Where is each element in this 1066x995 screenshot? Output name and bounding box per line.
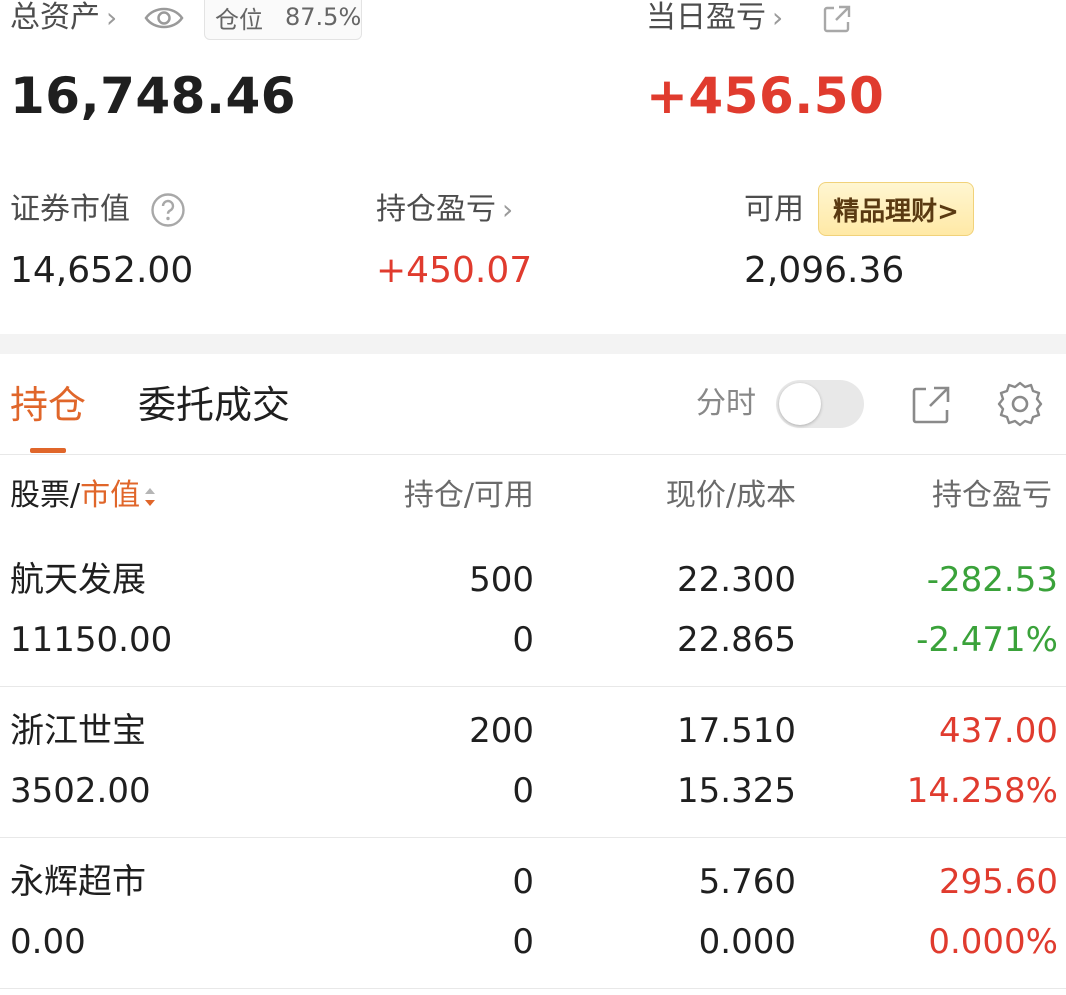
stock-name: 永辉超市 (10, 862, 146, 902)
row-divider (0, 837, 1066, 838)
stock-market-value: 0.00 (10, 922, 86, 962)
pnl-percent: 0.000% (928, 922, 1058, 962)
holding-qty: 0 (512, 862, 534, 902)
price-cost-header: 现价/成本 (665, 478, 796, 513)
tabs-divider (0, 454, 1066, 455)
premium-wealth-button[interactable]: 精品理财> (818, 182, 974, 236)
cost-price: 0.000 (698, 922, 796, 962)
market-value-sort-header: 市值 (80, 478, 141, 513)
table-bottom-divider (0, 988, 1066, 989)
market-value: 14,652.00 (10, 250, 194, 291)
market-value-label: 证券市值 (10, 192, 130, 227)
position-ratio-badge: 仓位 87.5% (204, 0, 362, 40)
pnl-percent: 14.258% (906, 771, 1058, 811)
stock-name: 浙江世宝 (10, 711, 146, 751)
holding-pnl-value: +450.07 (376, 250, 533, 291)
eye-icon[interactable] (144, 4, 184, 32)
available-label: 可用 (744, 192, 804, 227)
row-divider (0, 686, 1066, 687)
cost-price: 22.865 (677, 620, 796, 660)
section-divider (0, 334, 1066, 354)
available-qty: 0 (512, 771, 534, 811)
holding-available-header: 持仓/可用 (403, 478, 534, 513)
stock-header: 股票/ (10, 478, 81, 513)
chevron-right-icon: › (106, 1, 118, 34)
chevron-right-icon: › (772, 1, 784, 34)
holding-pnl-header: 持仓盈亏 (932, 478, 1052, 513)
current-price: 17.510 (677, 711, 796, 751)
intraday-toggle[interactable] (776, 380, 864, 428)
total-assets-label-group[interactable]: 总资产 › (10, 0, 117, 36)
stock-market-value-header[interactable]: 股票/市值 (10, 478, 158, 514)
settings-gear-icon[interactable] (996, 380, 1044, 428)
daily-pnl-label-group[interactable]: 当日盈亏 › (646, 0, 783, 36)
daily-pnl-label: 当日盈亏 (646, 0, 766, 35)
stock-name: 航天发展 (10, 560, 146, 600)
total-assets-label: 总资产 (10, 0, 100, 35)
cost-price: 15.325 (677, 771, 796, 811)
pnl-amount: 437.00 (939, 711, 1058, 751)
stock-market-value: 11150.00 (10, 620, 173, 660)
tab-orders[interactable]: 委托成交 (138, 382, 290, 428)
chevron-right-icon: › (502, 193, 514, 226)
toggle-knob (779, 383, 821, 425)
holding-pnl-label-group[interactable]: 持仓盈亏 › (376, 192, 513, 228)
available-qty: 0 (512, 922, 534, 962)
stock-market-value: 3502.00 (10, 771, 151, 811)
available-value: 2,096.36 (744, 250, 905, 291)
tab-holdings[interactable]: 持仓 (10, 382, 86, 428)
available-qty: 0 (512, 620, 534, 660)
current-price: 5.760 (698, 862, 796, 902)
holding-qty: 500 (469, 560, 534, 600)
external-link-icon[interactable] (822, 4, 852, 34)
position-value: 87.5% (285, 3, 362, 31)
daily-pnl-value: +456.50 (646, 67, 885, 125)
pnl-percent: -2.471% (916, 620, 1058, 660)
intraday-label: 分时 (696, 386, 756, 421)
total-assets-value: 16,748.46 (10, 67, 297, 125)
current-price: 22.300 (677, 560, 796, 600)
holding-qty: 200 (469, 711, 534, 751)
position-label: 仓位 (215, 5, 263, 34)
tab-underline (30, 448, 66, 453)
holding-pnl-label: 持仓盈亏 (376, 192, 496, 227)
pnl-amount: 295.60 (939, 862, 1058, 902)
sort-icon (145, 487, 156, 506)
help-icon[interactable] (150, 192, 186, 228)
share-icon[interactable] (910, 384, 952, 426)
pnl-amount: -282.53 (926, 560, 1058, 600)
